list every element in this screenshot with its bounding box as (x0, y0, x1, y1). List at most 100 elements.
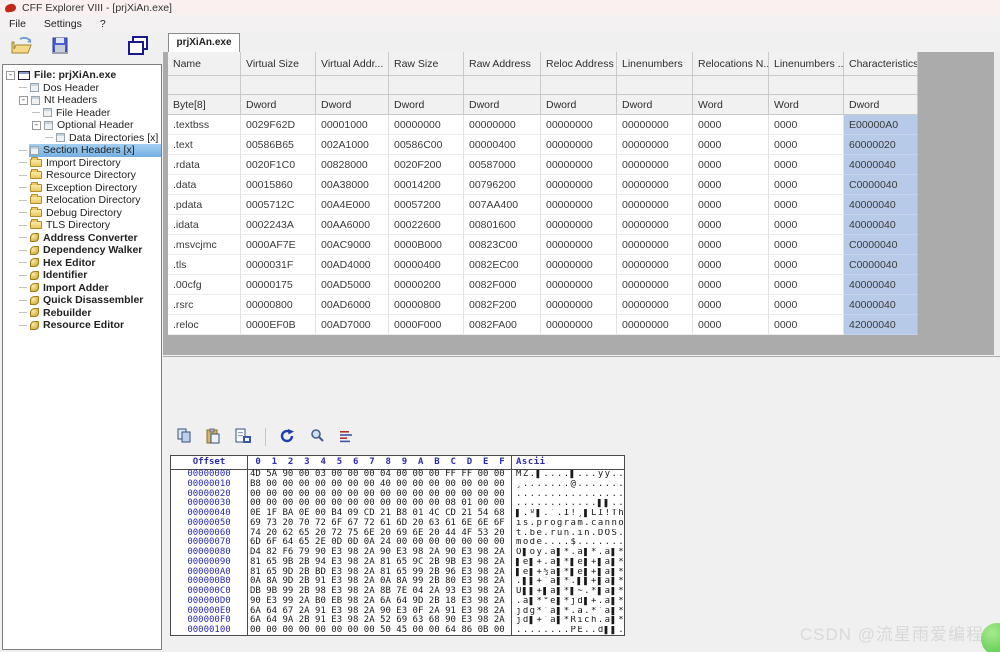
tree-item-resource-directory[interactable]: Resource Directory (3, 169, 161, 182)
section-row-msvcjmc-col-1[interactable]: 0000AF7E (241, 235, 316, 255)
section-row-pdata-col-4[interactable]: 007AA400 (464, 195, 541, 215)
section-row-reloc-col-6[interactable]: 00000000 (617, 315, 693, 335)
hex-ascii[interactable]: is.program.canno (512, 519, 624, 529)
section-row-msvcjmc-col-4[interactable]: 00823C00 (464, 235, 541, 255)
hex-ascii[interactable]: Û▌▌+▌ã▌*▌~.*▌ã▌* (512, 587, 624, 597)
section-row-pdata-col-1[interactable]: 0005712C (241, 195, 316, 215)
section-row-msvcjmc-col-9[interactable]: C0000040 (844, 235, 918, 255)
section-row-rsrc-col-4[interactable]: 0082F200 (464, 295, 541, 315)
tree-item-section-headers-x[interactable]: Section Headers [x] (3, 144, 161, 157)
section-row-rdata-col-0[interactable]: .rdata (168, 155, 241, 175)
column-header-col-1[interactable]: Virtual Size (241, 52, 316, 76)
section-row-rsrc-col-0[interactable]: .rsrc (168, 295, 241, 315)
column-header-col-0[interactable]: Name (168, 52, 241, 76)
section-row-data-col-5[interactable]: 00000000 (541, 175, 617, 195)
section-row-00cfg-col-8[interactable]: 0000 (769, 275, 844, 295)
section-row-textbss-col-2[interactable]: 00001000 (316, 115, 389, 135)
section-row-00cfg-col-5[interactable]: 00000000 (541, 275, 617, 295)
section-row-tls-col-3[interactable]: 00000400 (389, 255, 464, 275)
column-header-col-5[interactable]: Reloc Address (541, 52, 617, 76)
hex-ascii[interactable]: MZ.▌....▌...ÿÿ.. (512, 470, 624, 480)
section-row-idata-col-6[interactable]: 00000000 (617, 215, 693, 235)
tree-item-dependency-walker[interactable]: Dependency Walker (3, 244, 161, 257)
section-row-textbss-col-9[interactable]: E00000A0 (844, 115, 918, 135)
tree-item-import-adder[interactable]: Import Adder (3, 282, 161, 295)
section-row-reloc-col-9[interactable]: 42000040 (844, 315, 918, 335)
section-row-rdata-col-8[interactable]: 0000 (769, 155, 844, 175)
menu-item-settings[interactable]: Settings (35, 18, 91, 30)
section-row-00cfg-col-7[interactable]: 0000 (693, 275, 769, 295)
tree-item-rebuilder[interactable]: Rebuilder (3, 307, 161, 320)
tree-item-resource-editor[interactable]: Resource Editor (3, 319, 161, 332)
tree-item-optional-header[interactable]: -Optional Header (3, 119, 161, 132)
section-row-pdata-col-6[interactable]: 00000000 (617, 195, 693, 215)
section-row-pdata-col-7[interactable]: 0000 (693, 195, 769, 215)
hex-ascii[interactable]: jd▌+´ã▌*Rich.ã▌* (512, 616, 624, 626)
section-row-data-col-4[interactable]: 00796200 (464, 175, 541, 195)
section-row-reloc-col-0[interactable]: .reloc (168, 315, 241, 335)
section-row-tls-col-9[interactable]: C0000040 (844, 255, 918, 275)
section-row-pdata-col-0[interactable]: .pdata (168, 195, 241, 215)
tree-item-exception-directory[interactable]: Exception Directory (3, 182, 161, 195)
section-row-data-col-3[interactable]: 00014200 (389, 175, 464, 195)
section-row-msvcjmc-col-6[interactable]: 00000000 (617, 235, 693, 255)
column-header-col-6[interactable]: Linenumbers (617, 52, 693, 76)
section-row-pdata-col-9[interactable]: 40000040 (844, 195, 918, 215)
section-row-pdata-col-5[interactable]: 00000000 (541, 195, 617, 215)
section-row-tls-col-0[interactable]: .tls (168, 255, 241, 275)
hex-ascii[interactable]: ................ (512, 490, 624, 500)
column-header-col-4[interactable]: Raw Address (464, 52, 541, 76)
section-row-tls-col-2[interactable]: 00AD4000 (316, 255, 389, 275)
section-row-rsrc-col-5[interactable]: 00000000 (541, 295, 617, 315)
document-tab[interactable]: prjXiAn.exe (168, 33, 240, 52)
section-row-reloc-col-2[interactable]: 00AD7000 (316, 315, 389, 335)
section-row-msvcjmc-col-3[interactable]: 0000B000 (389, 235, 464, 255)
tree-item-import-directory[interactable]: Import Directory (3, 157, 161, 170)
copy-to-exe-icon[interactable] (234, 428, 252, 447)
section-row-rdata-col-5[interactable]: 00000000 (541, 155, 617, 175)
hex-ascii[interactable]: ▌e▌+½ã▌*▌e▌+▌ã▌* (512, 568, 624, 578)
section-row-00cfg-col-1[interactable]: 00000175 (241, 275, 316, 295)
section-row-rdata-col-2[interactable]: 00828000 (316, 155, 389, 175)
search-icon[interactable] (309, 428, 325, 447)
section-row-idata-col-4[interactable]: 00801600 (464, 215, 541, 235)
expander-minus-icon[interactable]: - (19, 96, 28, 105)
section-row-rdata-col-6[interactable]: 00000000 (617, 155, 693, 175)
section-row-rsrc-col-7[interactable]: 0000 (693, 295, 769, 315)
hex-ascii[interactable]: ▌.º▌.´.Í!¸▌LÍ!Th (512, 509, 624, 519)
section-row-pdata-col-8[interactable]: 0000 (769, 195, 844, 215)
section-row-msvcjmc-col-2[interactable]: 00AC9000 (316, 235, 389, 255)
hex-ascii[interactable]: ........PE..d▌▌. (512, 626, 624, 636)
section-row-tls-col-7[interactable]: 0000 (693, 255, 769, 275)
hex-bytes[interactable]: 00 00 00 00 00 00 00 00 50 45 00 00 64 8… (248, 626, 512, 636)
section-row-textbss-col-1[interactable]: 0029F62D (241, 115, 316, 135)
save-file-icon[interactable] (50, 36, 70, 59)
section-row-rsrc-col-8[interactable]: 0000 (769, 295, 844, 315)
section-row-00cfg-col-4[interactable]: 0082F000 (464, 275, 541, 295)
column-header-col-3[interactable]: Raw Size (389, 52, 464, 76)
section-row-text-col-9[interactable]: 60000020 (844, 135, 918, 155)
section-row-textbss-col-0[interactable]: .textbss (168, 115, 241, 135)
section-row-00cfg-col-3[interactable]: 00000200 (389, 275, 464, 295)
section-row-idata-col-2[interactable]: 00AA6000 (316, 215, 389, 235)
section-row-textbss-col-7[interactable]: 0000 (693, 115, 769, 135)
section-row-tls-col-4[interactable]: 0082EC00 (464, 255, 541, 275)
section-row-rdata-col-4[interactable]: 00587000 (464, 155, 541, 175)
column-header-col-9[interactable]: Characteristics (844, 52, 918, 76)
section-row-text-col-1[interactable]: 00586B65 (241, 135, 316, 155)
tree-item-file-prjxian-exe[interactable]: -File: prjXiAn.exe (3, 69, 161, 82)
section-row-tls-col-6[interactable]: 00000000 (617, 255, 693, 275)
hex-ascii[interactable]: .ã▌*°ë▌*jd▌+.ã▌* (512, 597, 624, 607)
section-row-rdata-col-1[interactable]: 0020F1C0 (241, 155, 316, 175)
copy-icon[interactable] (176, 428, 192, 447)
section-row-data-col-8[interactable]: 0000 (769, 175, 844, 195)
hex-ascii[interactable]: mode....$....... (512, 538, 624, 548)
section-row-reloc-col-1[interactable]: 0000EF0B (241, 315, 316, 335)
section-row-idata-col-8[interactable]: 0000 (769, 215, 844, 235)
column-header-col-8[interactable]: Linenumbers ... (769, 52, 844, 76)
section-row-rsrc-col-1[interactable]: 00000800 (241, 295, 316, 315)
tree-item-debug-directory[interactable]: Debug Directory (3, 207, 161, 220)
tree-item-quick-disassembler[interactable]: Quick Disassembler (3, 294, 161, 307)
section-row-00cfg-col-6[interactable]: 00000000 (617, 275, 693, 295)
hex-ascii[interactable]: .▌▌+´ã▌*.▌▌+▌ã▌* (512, 577, 624, 587)
